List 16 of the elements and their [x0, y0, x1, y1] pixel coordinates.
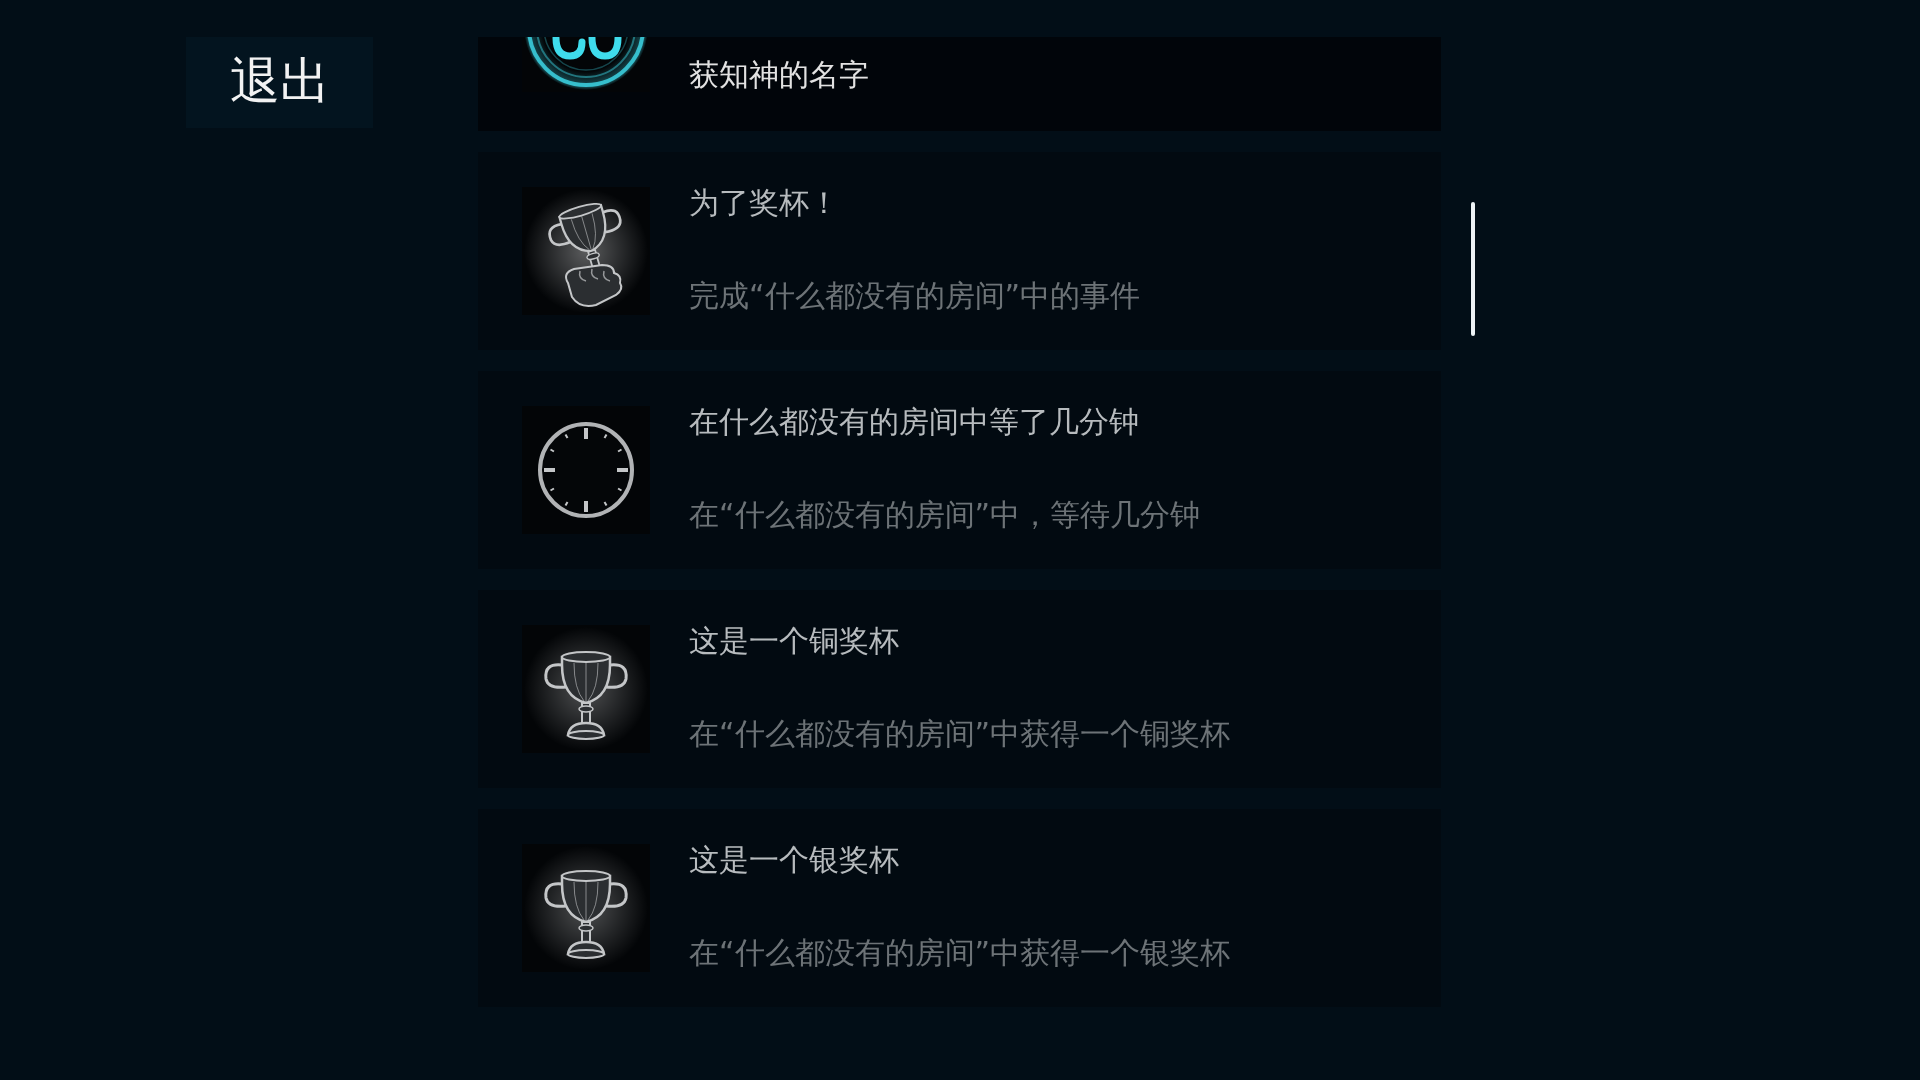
- trophy-icon: [522, 844, 650, 972]
- achievement-description: 获知神的名字: [689, 57, 869, 93]
- achievement-description: 在“什么都没有的房间”中获得一个银奖杯: [689, 935, 1231, 971]
- achievement-title: 在什么都没有的房间中等了几分钟: [689, 404, 1140, 440]
- achievement-title: 为了奖杯！: [689, 185, 840, 221]
- badge-icon: [522, 37, 650, 92]
- scrollbar-thumb[interactable]: [1471, 202, 1475, 336]
- exit-button[interactable]: 退出: [186, 37, 373, 128]
- achievement-description: 完成“什么都没有的房间”中的事件: [689, 278, 1141, 314]
- achievement-title: 这是一个铜奖杯: [689, 623, 900, 659]
- trophy-icon: [522, 625, 650, 753]
- achievement-title: 这是一个银奖杯: [689, 842, 900, 878]
- trophy-in-hand-icon: [522, 187, 650, 315]
- achievement-description: 在“什么都没有的房间”中，等待几分钟: [689, 497, 1201, 533]
- achievement-description: 在“什么都没有的房间”中获得一个铜奖杯: [689, 716, 1231, 752]
- clock-icon: [522, 406, 650, 534]
